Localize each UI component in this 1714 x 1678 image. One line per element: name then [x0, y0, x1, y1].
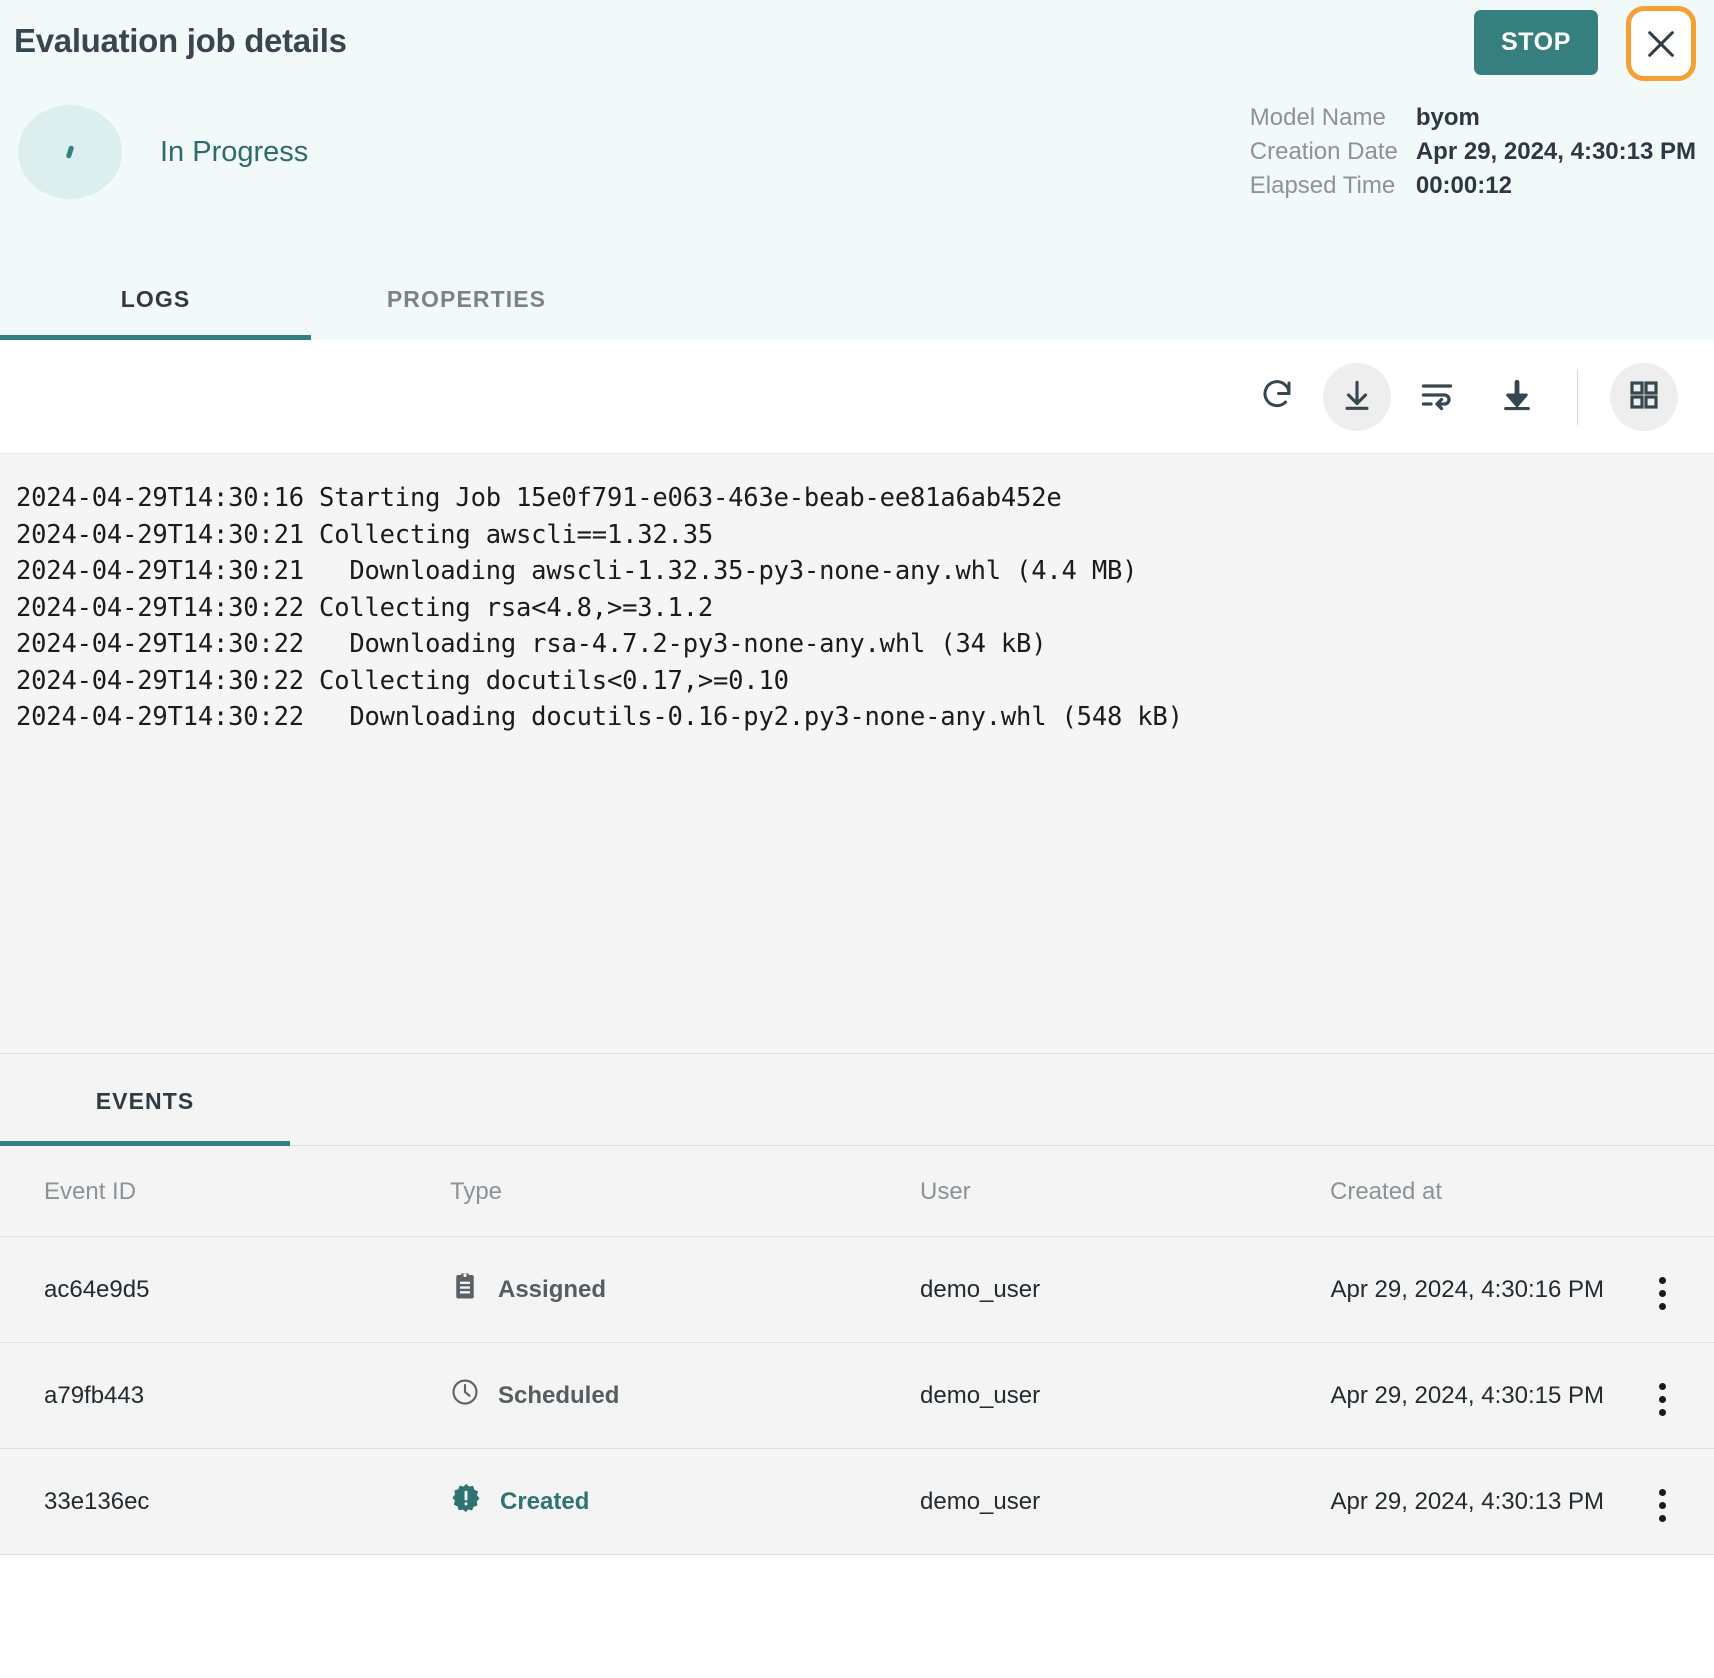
log-line: 2024-04-29T14:30:22 Collecting rsa<4.8,>…	[16, 592, 714, 623]
clipboard-icon	[450, 1271, 480, 1308]
meta-key-elapsed-time: Elapsed Time	[1249, 172, 1396, 199]
refresh-logs-button[interactable]	[1243, 363, 1311, 431]
cell-actions	[1610, 1448, 1714, 1555]
wrap-text-button[interactable]	[1403, 363, 1471, 431]
job-metadata: Model Name byom Creation Date Apr 29, 20…	[1250, 104, 1696, 200]
detail-tabs: LOGS PROPERTIES	[0, 260, 1714, 340]
tab-properties[interactable]: PROPERTIES	[311, 260, 622, 340]
column-header-event-id: Event ID	[0, 1146, 450, 1237]
scroll-bottom-icon	[1340, 378, 1374, 415]
toolbar-divider	[1577, 368, 1578, 425]
events-section: EVENTS Event ID Type User Created at ac6…	[0, 1054, 1714, 1555]
table-row[interactable]: a79fb443 Scheduled demo_user Apr 29, 202…	[0, 1342, 1714, 1449]
cell-type: Created	[450, 1448, 920, 1555]
cell-user: demo_user	[920, 1342, 1330, 1449]
cell-created-at: Apr 29, 2024, 4:30:13 PM	[1330, 1448, 1610, 1555]
scroll-to-bottom-button[interactable]	[1323, 362, 1391, 431]
progress-spinner-icon	[18, 105, 122, 199]
cell-user: demo_user	[920, 1448, 1330, 1555]
table-header-row: Event ID Type User Created at	[0, 1146, 1714, 1237]
row-menu-icon[interactable]	[1653, 1483, 1672, 1528]
cell-created-at-text: Apr 29, 2024, 4:30:15 PM	[1330, 1381, 1604, 1409]
cell-type: Scheduled	[450, 1342, 920, 1449]
log-line: 2024-04-29T14:30:16 Starting Job 15e0f79…	[16, 483, 1062, 513]
meta-value-elapsed-time: 00:00:12	[1415, 172, 1512, 199]
cell-type: Assigned	[450, 1236, 920, 1343]
cell-actions	[1610, 1342, 1714, 1449]
events-tabbar: EVENTS	[0, 1054, 1714, 1146]
status-badge: In Progress	[160, 135, 309, 168]
row-menu-icon[interactable]	[1653, 1377, 1672, 1422]
cell-actions	[1610, 1236, 1714, 1343]
events-table: Event ID Type User Created at ac64e9d5 A…	[0, 1146, 1714, 1555]
tab-logs[interactable]: LOGS	[0, 260, 311, 340]
grid-view-button[interactable]	[1610, 362, 1678, 431]
table-row[interactable]: 33e136ec Created demo_user Apr 29, 2024,…	[0, 1448, 1714, 1555]
download-icon	[1500, 378, 1534, 415]
cell-event-id: 33e136ec	[0, 1448, 450, 1555]
cell-created-at-text: Apr 29, 2024, 4:30:13 PM	[1330, 1487, 1604, 1515]
refresh-icon	[1259, 377, 1295, 416]
log-line: 2024-04-29T14:30:21 Collecting awscli==1…	[16, 519, 714, 550]
cell-created-at-text: Apr 29, 2024, 4:30:16 PM	[1330, 1275, 1604, 1303]
meta-key-creation-date: Creation Date	[1249, 138, 1398, 165]
log-line: 2024-04-29T14:30:22 Collecting docutils<…	[16, 665, 789, 696]
clock-icon	[450, 1377, 480, 1414]
close-panel-button[interactable]	[1626, 6, 1696, 81]
log-line: 2024-04-29T14:30:22 Downloading docutils…	[16, 702, 1183, 732]
log-toolbar	[0, 340, 1714, 454]
job-status: In Progress	[18, 105, 308, 199]
cell-type-label: Scheduled	[498, 1381, 620, 1409]
table-row[interactable]: ac64e9d5 Assigned demo_user Apr 29, 2024…	[0, 1236, 1714, 1343]
column-header-actions	[1610, 1146, 1714, 1237]
page-title: Evaluation job details	[14, 22, 347, 59]
cell-event-id: ac64e9d5	[0, 1236, 450, 1343]
meta-value-creation-date: Apr 29, 2024, 4:30:13 PM	[1415, 138, 1696, 165]
tab-events[interactable]: EVENTS	[0, 1054, 290, 1146]
cell-type-label: Assigned	[498, 1275, 607, 1303]
stop-button[interactable]: STOP	[1474, 10, 1598, 75]
column-header-created-at: Created at	[1330, 1146, 1610, 1237]
row-menu-icon[interactable]	[1653, 1271, 1672, 1316]
cell-event-id: a79fb443	[0, 1342, 450, 1449]
column-header-type: Type	[450, 1146, 920, 1237]
job-details-header: Evaluation job details STOP In Progress …	[0, 0, 1714, 340]
log-line: 2024-04-29T14:30:22 Downloading rsa-4.7.…	[16, 629, 1047, 659]
log-output-panel[interactable]: 2024-04-29T14:30:16 Starting Job 15e0f79…	[0, 454, 1714, 1054]
cell-type-label: Created	[500, 1487, 590, 1515]
cell-user: demo_user	[920, 1236, 1330, 1343]
log-line: 2024-04-29T14:30:21 Downloading awscli-1…	[16, 556, 1138, 586]
grid-view-icon	[1628, 379, 1660, 414]
column-header-user: User	[920, 1146, 1330, 1237]
meta-value-model-name: byom	[1415, 104, 1480, 131]
download-logs-button[interactable]	[1483, 363, 1551, 431]
meta-key-model-name: Model Name	[1249, 104, 1386, 131]
close-icon	[1644, 27, 1678, 61]
badge-exclamation-icon	[450, 1482, 482, 1521]
cell-created-at: Apr 29, 2024, 4:30:15 PM	[1330, 1342, 1610, 1449]
cell-created-at: Apr 29, 2024, 4:30:16 PM	[1330, 1236, 1610, 1343]
wrap-text-icon	[1419, 377, 1455, 416]
